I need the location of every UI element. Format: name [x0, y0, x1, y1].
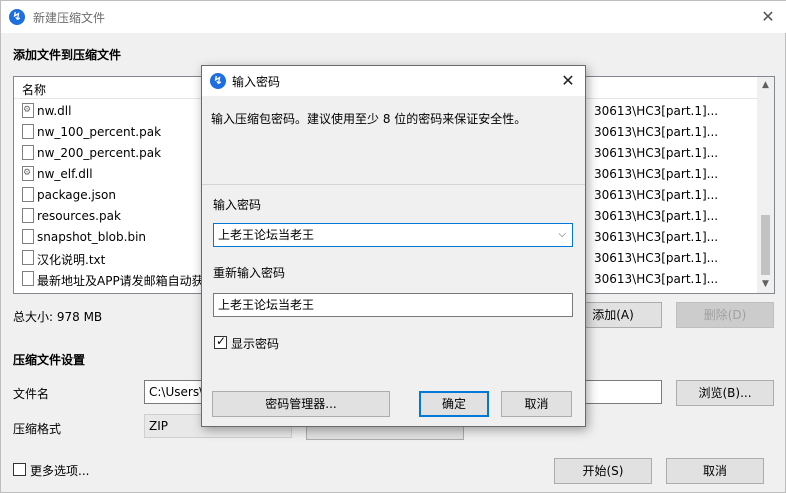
show-password-label: 显示密码: [231, 337, 280, 351]
scroll-up-icon[interactable]: ▲: [757, 77, 774, 94]
format-label: 压缩格式: [13, 422, 62, 436]
file-path: 30613\HC3[part.1]...: [594, 104, 719, 118]
file-name: nw_100_percent.pak: [37, 125, 162, 139]
column-header-name[interactable]: 名称: [22, 81, 46, 98]
window-titlebar: ↯ 新建压缩文件 ✕: [1, 1, 786, 33]
dialog-description-area: 输入压缩包密码。建议使用至少 8 位的密码来保证安全性。: [202, 96, 585, 186]
file-path: 30613\HC3[part.1]...: [594, 167, 719, 181]
total-size: 总大小: 978 MB: [13, 310, 103, 324]
dialog-app-icon: ↯: [210, 73, 226, 89]
file-name: 汉化说明.txt: [37, 253, 106, 267]
file-path: 30613\HC3[part.1]...: [594, 272, 719, 286]
dll-file-icon: [22, 103, 34, 118]
file-icon: [22, 124, 34, 139]
file-path: 30613\HC3[part.1]...: [594, 125, 719, 139]
file-name: nw_200_percent.pak: [37, 146, 162, 160]
more-options-checkbox[interactable]: [13, 463, 26, 476]
file-icon: [22, 208, 34, 223]
app-logo-icon: ↯: [9, 9, 25, 25]
delete-button[interactable]: 删除(D): [676, 302, 774, 328]
chevron-down-icon[interactable]: ⌵: [558, 224, 566, 246]
file-name: resources.pak: [37, 209, 121, 223]
scroll-thumb[interactable]: [761, 215, 770, 275]
dialog-titlebar: ↯ 输入密码 ✕: [202, 66, 585, 96]
confirm-password-label: 重新输入密码: [213, 266, 286, 280]
filename-label: 文件名: [13, 387, 50, 401]
dialog-title: 输入密码: [232, 75, 281, 89]
file-name: 最新地址及APP请发邮箱自动获: [37, 274, 204, 288]
add-files-title: 添加文件到压缩文件: [13, 48, 122, 62]
file-path: 30613\HC3[part.1]...: [594, 251, 719, 265]
browse-button[interactable]: 浏览(B)...: [676, 380, 774, 406]
password-label: 输入密码: [213, 198, 262, 212]
dialog-cancel-button[interactable]: 取消: [501, 391, 572, 417]
dll-file-icon: [22, 166, 34, 181]
password-manager-button[interactable]: 密码管理器...: [212, 391, 390, 417]
password-value: 上老王论坛当老王: [218, 228, 315, 242]
file-name: package.json: [37, 188, 117, 202]
dialog-divider: [202, 184, 585, 185]
scroll-down-icon[interactable]: ▼: [757, 276, 774, 293]
settings-title: 压缩文件设置: [13, 353, 86, 367]
confirm-password-input[interactable]: 上老王论坛当老王: [213, 293, 573, 317]
file-icon: [22, 187, 34, 202]
show-password-checkbox[interactable]: [214, 334, 227, 349]
dialog-close-icon[interactable]: ✕: [555, 68, 581, 94]
ok-button[interactable]: 确定: [419, 391, 489, 417]
file-path: 30613\HC3[part.1]...: [594, 209, 719, 223]
start-button[interactable]: 开始(S): [554, 458, 652, 484]
more-options-label: 更多选项...: [30, 464, 90, 478]
main-cancel-button[interactable]: 取消: [666, 458, 764, 484]
file-icon: [22, 229, 34, 244]
password-dialog: ↯ 输入密码 ✕ 输入压缩包密码。建议使用至少 8 位的密码来保证安全性。 输入…: [201, 65, 586, 427]
file-icon: [22, 271, 34, 286]
file-icon: [22, 250, 34, 265]
file-name: snapshot_blob.bin: [37, 230, 147, 244]
file-path: 30613\HC3[part.1]...: [594, 146, 719, 160]
file-path: 30613\HC3[part.1]...: [594, 188, 719, 202]
file-name: nw_elf.dll: [37, 167, 93, 181]
window-title: 新建压缩文件: [33, 11, 106, 25]
list-scrollbar[interactable]: ▲ ▼: [757, 77, 774, 293]
file-path: 30613\HC3[part.1]...: [594, 230, 719, 244]
password-input[interactable]: 上老王论坛当老王 ⌵: [213, 223, 573, 247]
file-icon: [22, 145, 34, 160]
window-close-icon[interactable]: ✕: [755, 5, 781, 29]
dialog-description: 输入压缩包密码。建议使用至少 8 位的密码来保证安全性。: [211, 112, 527, 126]
file-name: nw.dll: [37, 104, 72, 118]
